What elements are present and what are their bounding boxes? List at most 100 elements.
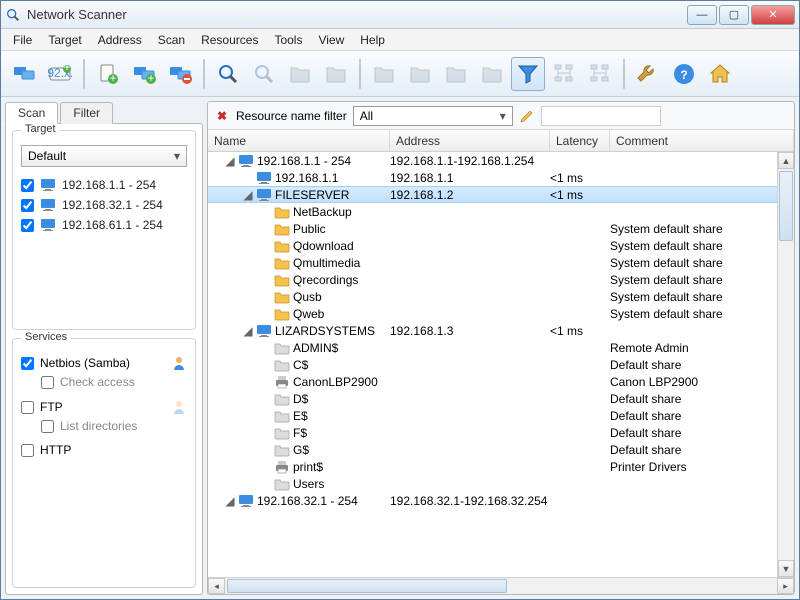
- menu-file[interactable]: File: [5, 30, 40, 50]
- tree-row[interactable]: CanonLBP2900 Canon LBP2900: [208, 373, 777, 390]
- target-range[interactable]: 192.168.61.1 - 254: [21, 215, 187, 235]
- tab-filter[interactable]: Filter: [60, 102, 113, 124]
- tree-row[interactable]: Qweb System default share: [208, 305, 777, 322]
- tree-row[interactable]: NetBackup: [208, 203, 777, 220]
- tree-row[interactable]: D$ Default share: [208, 390, 777, 407]
- menu-view[interactable]: View: [310, 30, 352, 50]
- range-label: 192.168.61.1 - 254: [62, 218, 163, 232]
- scroll-thumb-h[interactable]: [227, 579, 507, 593]
- tree-row[interactable]: Qusb System default share: [208, 288, 777, 305]
- menu-resources[interactable]: Resources: [193, 30, 266, 50]
- menu-target[interactable]: Target: [40, 30, 89, 50]
- menu-address[interactable]: Address: [90, 30, 150, 50]
- toolbar-separator: [359, 59, 361, 89]
- tree-row[interactable]: G$ Default share: [208, 441, 777, 458]
- target-range[interactable]: 192.168.32.1 - 254: [21, 195, 187, 215]
- minimize-button[interactable]: —: [687, 5, 717, 25]
- service-item[interactable]: Netbios (Samba): [21, 353, 187, 373]
- toolbar: [1, 51, 799, 97]
- app-icon: [5, 7, 21, 23]
- target-combo[interactable]: Default: [21, 145, 187, 167]
- row-name: LIZARDSYSTEMS: [275, 324, 375, 338]
- row-comment: System default share: [610, 273, 777, 287]
- tree-row[interactable]: ◢ FILESERVER 192.168.1.2 <1 ms: [208, 186, 777, 203]
- filter-text-input[interactable]: [541, 106, 661, 126]
- service-sub-checkbox[interactable]: [41, 376, 54, 389]
- edit-filter-icon[interactable]: [519, 108, 535, 124]
- scroll-down-button[interactable]: ▼: [778, 560, 794, 577]
- tree-row[interactable]: print$ Printer Drivers: [208, 458, 777, 475]
- gfolder-icon: [274, 357, 290, 373]
- service-sub-item[interactable]: Check access: [21, 373, 187, 391]
- tree-row[interactable]: F$ Default share: [208, 424, 777, 441]
- tree-row[interactable]: Qrecordings System default share: [208, 271, 777, 288]
- tree-row[interactable]: Users: [208, 475, 777, 492]
- gfolder-icon: [274, 476, 290, 492]
- twisty-icon[interactable]: ◢: [243, 188, 253, 202]
- tree-row[interactable]: 192.168.1.1 192.168.1.1 <1 ms: [208, 169, 777, 186]
- results-grid[interactable]: ◢ 192.168.1.1 - 254 192.168.1.1-192.168.…: [208, 152, 794, 577]
- tree-row[interactable]: ◢ LIZARDSYSTEMS 192.168.1.3 <1 ms: [208, 322, 777, 339]
- tree-row[interactable]: ADMIN$ Remote Admin: [208, 339, 777, 356]
- service-checkbox[interactable]: [21, 444, 34, 457]
- scrollbar-vertical[interactable]: ▲ ▼: [777, 152, 794, 577]
- row-comment: System default share: [610, 290, 777, 304]
- titlebar[interactable]: Network Scanner — ▢ ✕: [1, 1, 799, 29]
- col-name[interactable]: Name: [208, 130, 390, 151]
- tool-add-monitors[interactable]: [7, 57, 41, 91]
- tool-scan[interactable]: [211, 57, 245, 91]
- service-item[interactable]: HTTP: [21, 441, 187, 459]
- range-checkbox[interactable]: [21, 219, 34, 232]
- tool-new-doc[interactable]: [91, 57, 125, 91]
- service-checkbox[interactable]: [21, 357, 34, 370]
- row-latency: <1 ms: [550, 324, 610, 338]
- tab-scan[interactable]: Scan: [5, 102, 58, 124]
- twisty-icon[interactable]: ◢: [225, 154, 235, 168]
- scroll-up-button[interactable]: ▲: [778, 152, 794, 169]
- service-checkbox[interactable]: [21, 401, 34, 414]
- menu-help[interactable]: Help: [352, 30, 393, 50]
- tool-remove-target[interactable]: [163, 57, 197, 91]
- row-comment: Default share: [610, 426, 777, 440]
- tree-row[interactable]: C$ Default share: [208, 356, 777, 373]
- range-checkbox[interactable]: [21, 199, 34, 212]
- service-label: HTTP: [40, 443, 71, 457]
- menu-scan[interactable]: Scan: [150, 30, 193, 50]
- service-sub-item[interactable]: List directories: [21, 417, 187, 435]
- tool-home[interactable]: [703, 57, 737, 91]
- scrollbar-horizontal[interactable]: ◂ ▸: [208, 577, 794, 594]
- clear-filter-icon[interactable]: ✖: [214, 108, 230, 124]
- maximize-button[interactable]: ▢: [719, 5, 749, 25]
- tree-row[interactable]: Qmultimedia System default share: [208, 254, 777, 271]
- col-latency[interactable]: Latency: [550, 130, 610, 151]
- scroll-right-button[interactable]: ▸: [777, 578, 794, 594]
- col-comment[interactable]: Comment: [610, 130, 794, 151]
- menu-tools[interactable]: Tools: [266, 30, 310, 50]
- tree-row[interactable]: Qdownload System default share: [208, 237, 777, 254]
- row-address: 192.168.1.1: [390, 171, 550, 185]
- row-name: Qusb: [293, 290, 322, 304]
- row-name: Public: [293, 222, 326, 236]
- scroll-left-button[interactable]: ◂: [208, 578, 225, 594]
- twisty-icon[interactable]: ◢: [225, 494, 235, 508]
- tool-settings[interactable]: [631, 57, 665, 91]
- tool-add-target[interactable]: [127, 57, 161, 91]
- row-name: CanonLBP2900: [293, 375, 378, 389]
- twisty-icon[interactable]: ◢: [243, 324, 253, 338]
- row-address: 192.168.1.1-192.168.1.254: [390, 154, 550, 168]
- target-range[interactable]: 192.168.1.1 - 254: [21, 175, 187, 195]
- tool-add-ip[interactable]: [43, 57, 77, 91]
- tree-row[interactable]: ◢ 192.168.32.1 - 254 192.168.32.1-192.16…: [208, 492, 777, 509]
- close-button[interactable]: ✕: [751, 5, 795, 25]
- tool-filter[interactable]: [511, 57, 545, 91]
- col-address[interactable]: Address: [390, 130, 550, 151]
- tree-row[interactable]: E$ Default share: [208, 407, 777, 424]
- tool-help[interactable]: [667, 57, 701, 91]
- range-checkbox[interactable]: [21, 179, 34, 192]
- service-sub-checkbox[interactable]: [41, 420, 54, 433]
- scroll-thumb-v[interactable]: [779, 171, 793, 241]
- tree-row[interactable]: Public System default share: [208, 220, 777, 237]
- filter-combo[interactable]: All: [353, 106, 513, 126]
- service-item[interactable]: FTP: [21, 397, 187, 417]
- tree-row[interactable]: ◢ 192.168.1.1 - 254 192.168.1.1-192.168.…: [208, 152, 777, 169]
